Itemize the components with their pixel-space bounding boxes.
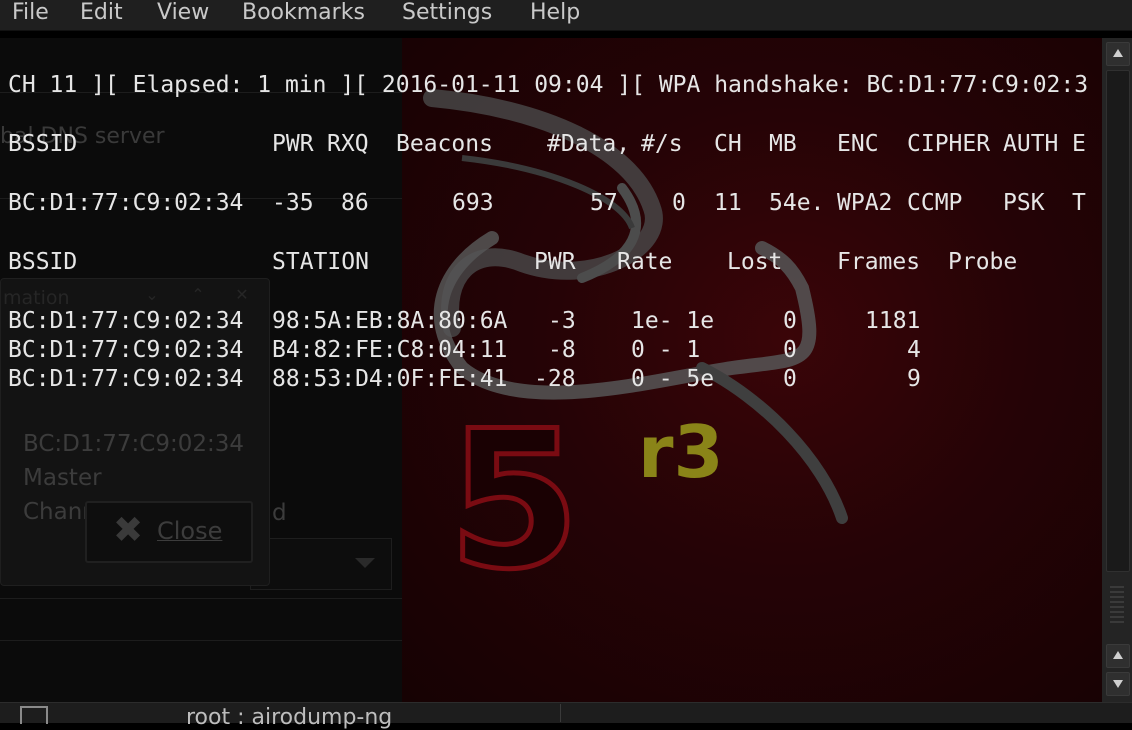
station-header-probe: Probe <box>948 249 1018 275</box>
station-row-3-pwr: -28 <box>534 366 576 392</box>
station-row-2-bssid: BC:D1:77:C9:02:34 <box>8 337 244 363</box>
ap-header-mb: MB <box>769 131 797 157</box>
station-row-2-station: B4:82:FE:C8:04:11 <box>272 337 508 363</box>
station-row-3-station: 88:53:D4:0F:FE:41 <box>272 366 508 392</box>
ap-row-mb: 54e. <box>769 190 825 216</box>
ap-header-auth: AUTH <box>1003 131 1059 157</box>
ap-header-bssid: BSSID <box>8 131 78 157</box>
station-row-1-bssid: BC:D1:77:C9:02:34 <box>8 308 244 334</box>
menu-view[interactable]: View <box>157 0 209 28</box>
ap-row-enc: WPA2 <box>837 190 893 216</box>
menu-file[interactable]: File <box>12 0 49 28</box>
terminal-output[interactable]: 5 r3 bal DNS server mation ⌄ ⌃ ✕ BC:D1:7… <box>0 38 1102 702</box>
ap-row-cipher: CCMP <box>907 190 963 216</box>
vertical-scrollbar[interactable] <box>1102 38 1132 702</box>
logo-number: 5 <box>445 390 582 611</box>
scrollbar-thumb[interactable] <box>1106 70 1130 572</box>
terminal-tab-bar <box>0 702 1132 723</box>
station-row-3-frames: 9 <box>907 366 921 392</box>
chevron-down-icon[interactable]: ⌄ <box>141 285 163 307</box>
arrow-up-icon <box>1113 651 1123 659</box>
station-row-1-station: 98:5A:EB:8A:80:6A <box>272 308 508 334</box>
ap-row-bssid: BC:D1:77:C9:02:34 <box>8 190 244 216</box>
ap-row-auth: PSK <box>1003 190 1045 216</box>
scroll-down-button[interactable] <box>1106 672 1130 696</box>
ap-header-pwr: PWR <box>272 131 314 157</box>
scroll-up-button[interactable] <box>1106 644 1130 668</box>
ap-header-data: #Data, <box>547 131 631 157</box>
scrollbar-grip-icon <box>1110 583 1124 623</box>
tab-divider <box>560 704 561 722</box>
menu-settings[interactable]: Settings <box>402 0 492 28</box>
ap-row-per-s: 0 <box>672 190 686 216</box>
station-row-1-frames: 1181 <box>865 308 921 334</box>
station-header-frames: Frames <box>837 249 921 275</box>
logo-suffix: r3 <box>638 410 724 494</box>
ap-row-rxq: 86 <box>341 190 369 216</box>
close-button-label: Close <box>157 517 223 545</box>
ap-header-beacons: Beacons <box>396 131 493 157</box>
station-row-1-lost: 0 <box>783 308 797 334</box>
station-header-station: STATION <box>272 249 369 275</box>
ap-header-essid: E <box>1072 131 1086 157</box>
station-header-bssid: BSSID <box>8 249 78 275</box>
station-row-3-lost: 0 <box>783 366 797 392</box>
menu-edit[interactable]: Edit <box>80 0 123 28</box>
scroll-up-top-button[interactable] <box>1106 42 1130 66</box>
terminal-tab-title[interactable]: root : airodump-ng <box>186 707 392 729</box>
dialog-channel-suffix: d <box>272 500 287 526</box>
ap-row-ch: 11 <box>714 190 742 216</box>
terminal-icon <box>20 706 48 724</box>
station-row-2-rate: 0 - 1 <box>631 337 701 363</box>
station-row-2-lost: 0 <box>783 337 797 363</box>
station-row-2-frames: 4 <box>907 337 921 363</box>
ap-row-beacons: 693 <box>452 190 494 216</box>
dropdown-arrow-icon <box>355 558 375 568</box>
ap-header-enc: ENC <box>837 131 879 157</box>
chevron-up-icon[interactable]: ⌃ <box>187 285 209 307</box>
ap-header-ch: CH <box>714 131 742 157</box>
station-header-lost: Lost <box>727 249 783 275</box>
station-row-1-pwr: -3 <box>548 308 576 334</box>
menu-bookmarks[interactable]: Bookmarks <box>242 0 365 28</box>
close-button[interactable]: ✖ Close <box>85 501 253 563</box>
station-row-3-bssid: BC:D1:77:C9:02:34 <box>8 366 244 392</box>
station-header-rate: Rate <box>617 249 673 275</box>
ap-row-essid: T <box>1072 190 1086 216</box>
dialog-mode: Master <box>23 465 102 491</box>
arrow-up-icon <box>1113 49 1123 57</box>
ap-header-rxq: RXQ <box>327 131 369 157</box>
ap-row-data: 57 <box>590 190 618 216</box>
dialog-bssid: BC:D1:77:C9:02:34 <box>23 431 245 457</box>
close-icon[interactable]: ✕ <box>231 285 253 307</box>
arrow-down-icon <box>1113 680 1123 688</box>
close-x-icon: ✖ <box>113 510 144 551</box>
station-header-pwr: PWR <box>534 249 576 275</box>
dialog-title: mation <box>3 287 70 309</box>
station-row-2-pwr: -8 <box>548 337 576 363</box>
station-row-1-rate: 1e- 1e <box>631 308 715 334</box>
ap-header-per-s: #/s <box>641 131 683 157</box>
status-line: CH 11 ][ Elapsed: 1 min ][ 2016-01-11 09… <box>8 72 1089 98</box>
ap-row-pwr: -35 <box>272 190 314 216</box>
ap-header-cipher: CIPHER <box>907 131 991 157</box>
menubar: File Edit View Bookmarks Settings Help <box>0 0 1132 31</box>
menu-help[interactable]: Help <box>530 0 580 28</box>
station-row-3-rate: 0 - 5e <box>631 366 715 392</box>
